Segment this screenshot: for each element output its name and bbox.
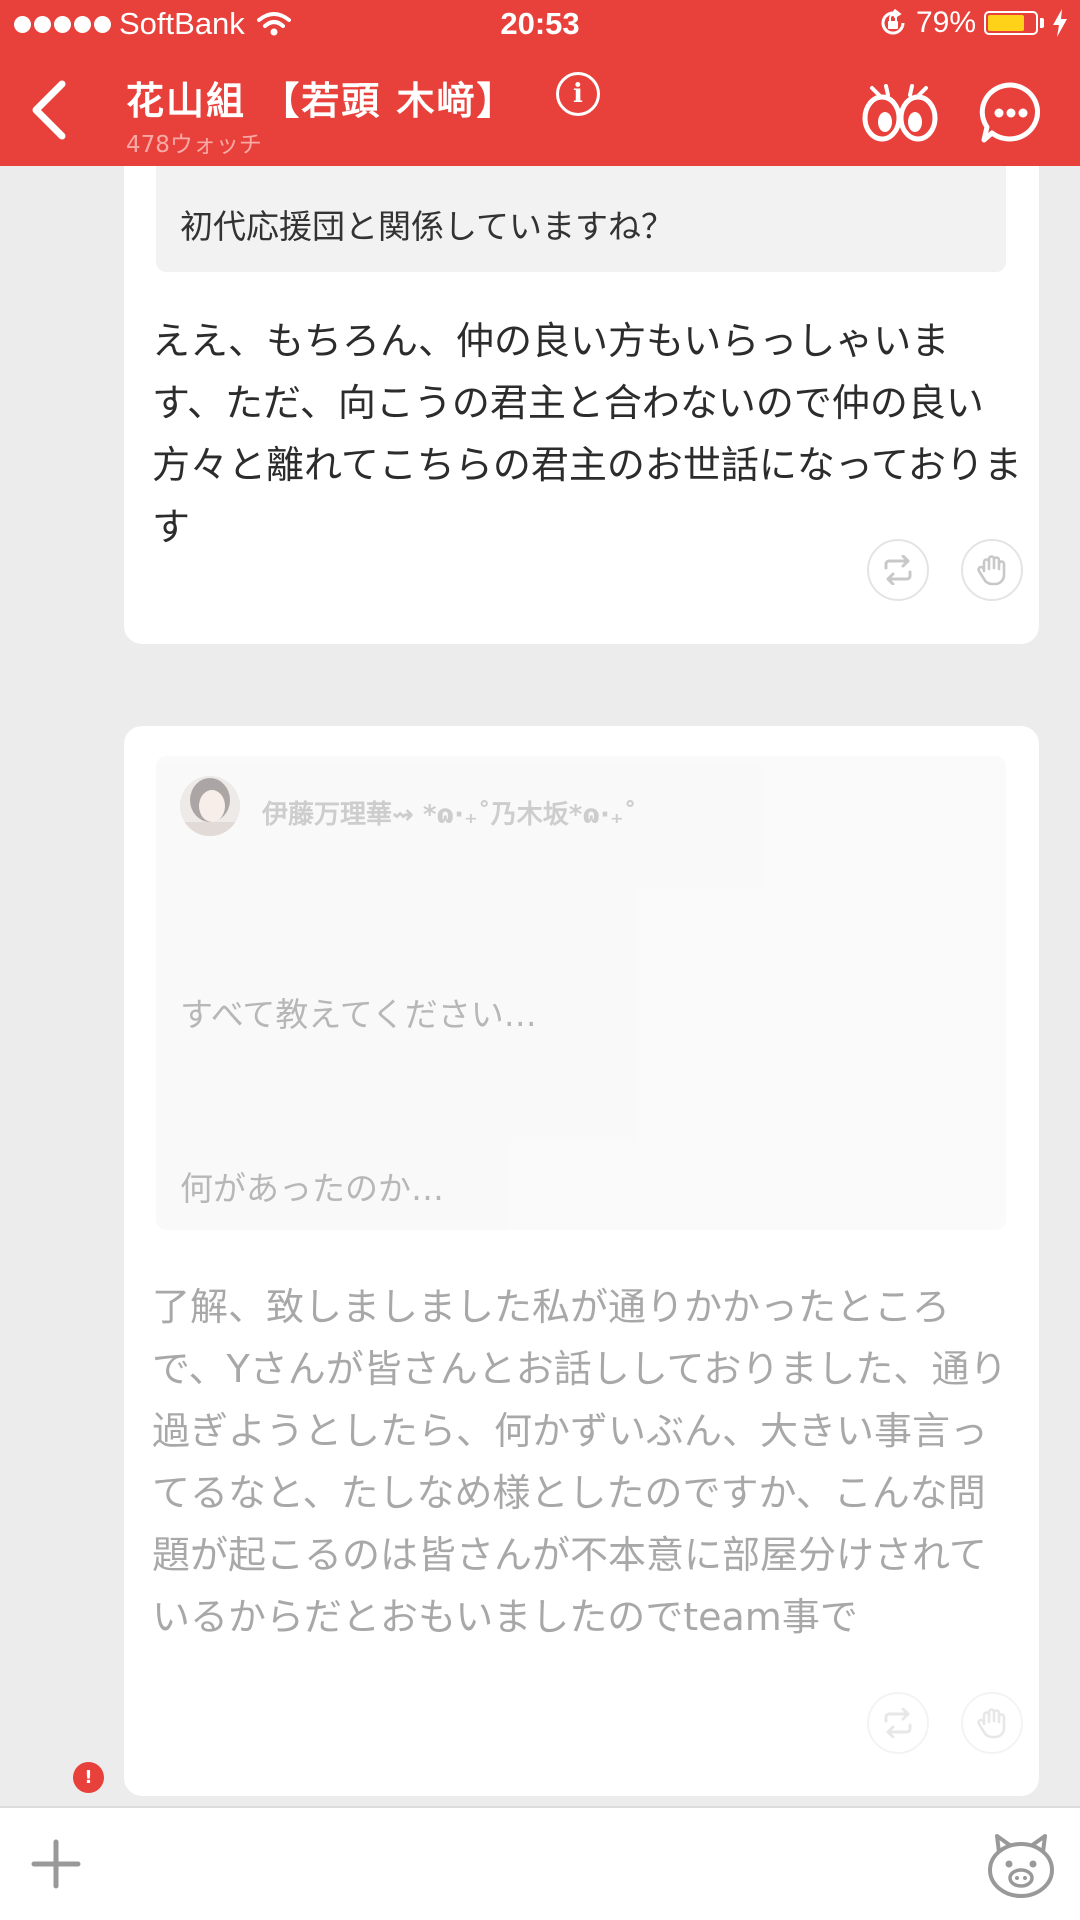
status-right: 79% <box>878 6 1068 40</box>
post-body: 了解、致しましました私が通りかかったところで、Yさんが皆さんとお話ししておりまし… <box>152 1285 1008 1639</box>
watch-eyes-icon[interactable] <box>860 78 940 144</box>
quoted-text-line: 何があったのか… <box>180 1169 444 1208</box>
repost-button[interactable] <box>867 1692 929 1754</box>
avatar <box>180 776 240 836</box>
battery-percent: 79% <box>915 6 976 39</box>
rotation-lock-icon <box>881 8 905 35</box>
quoted-username: 伊藤万理華⇝ *ɷ·₊˚乃木坂*ɷ·₊˚ <box>262 800 637 830</box>
post-content-faded: 伊藤万理華⇝ *ɷ·₊˚乃木坂*ɷ·₊˚ すべて教えてください… 何があったのか… <box>124 726 1039 1796</box>
charging-bolt-icon <box>1053 9 1067 37</box>
watch-count: 478ウォッチ <box>126 132 262 158</box>
plus-icon[interactable] <box>30 1838 82 1890</box>
clap-button[interactable] <box>961 1692 1023 1754</box>
nav-title-group: 花山組 【若頭 木﨑】 478ウォッチ <box>126 70 516 159</box>
clap-hand-icon <box>977 555 1006 586</box>
quoted-text-line: すべて教えてください… <box>180 995 537 1034</box>
post-body: ええ、もちろん、仲の良い方もいらっしゃいます、ただ、向こうの君主と合わないので仲… <box>152 319 1022 549</box>
info-icon[interactable]: i <box>556 72 600 116</box>
notification-badge[interactable]: ! <box>73 1762 104 1793</box>
post-card: 伊藤万理華⇝ *ɷ·₊˚乃木坂*ɷ·₊˚ すべて教えてください… 何があったのか… <box>124 726 1039 1796</box>
clap-hand-icon <box>977 1708 1006 1739</box>
pig-stamp-icon[interactable] <box>985 1830 1057 1900</box>
battery-icon <box>984 11 1038 35</box>
repost-icon <box>884 555 912 585</box>
quoted-text: 初代応援団と関係していますね？ <box>180 207 675 246</box>
status-bar: SoftBank 20:53 79% <box>0 0 1080 52</box>
battery-tip <box>1040 18 1044 28</box>
message-feed[interactable]: 初代応援団と関係していますね？ ええ、もちろん、仲の良い方もいらっしゃいます、た… <box>0 166 1080 1806</box>
nav-bar: 花山組 【若頭 木﨑】 478ウォッチ i <box>0 52 1080 166</box>
quoted-message[interactable]: 伊藤万理華⇝ *ɷ·₊˚乃木坂*ɷ·₊˚ すべて教えてください… 何があったのか… <box>156 756 1006 1230</box>
repost-button[interactable] <box>867 539 929 601</box>
page-title: 花山組 【若頭 木﨑】 <box>126 79 517 123</box>
repost-icon <box>884 1708 912 1738</box>
quoted-message[interactable]: 初代応援団と関係していますね？ <box>156 166 1006 272</box>
input-bar <box>0 1806 1080 1920</box>
post-card: 初代応援団と関係していますね？ ええ、もちろん、仲の良い方もいらっしゃいます、た… <box>124 166 1039 644</box>
back-chevron-icon[interactable] <box>20 74 80 144</box>
battery-level-fill <box>988 15 1025 31</box>
chat-bubble-icon[interactable] <box>978 80 1044 146</box>
clap-button[interactable] <box>961 539 1023 601</box>
